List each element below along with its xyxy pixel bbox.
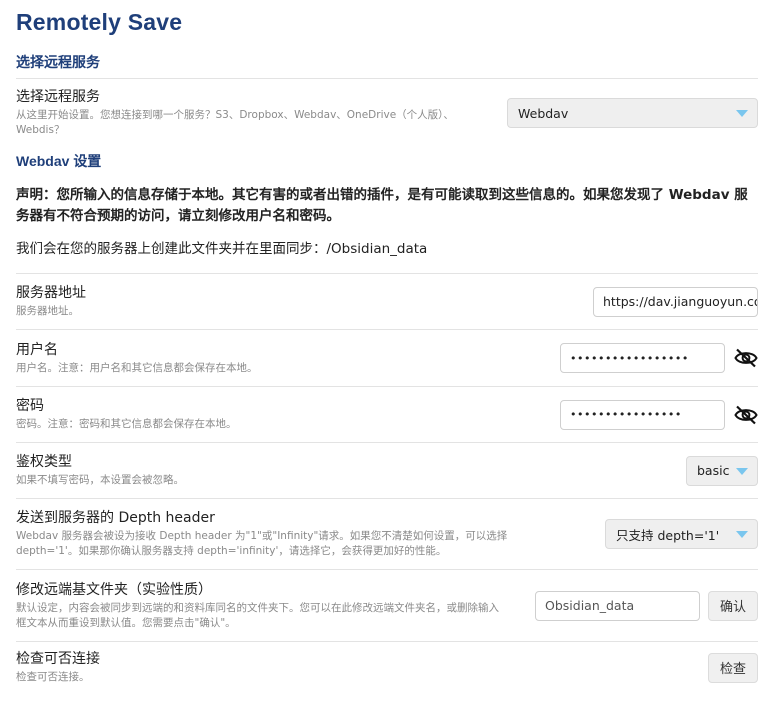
depth-value: 只支持 depth='1' — [616, 527, 720, 543]
setting-name: 选择远程服务 — [16, 89, 100, 105]
eye-off-icon[interactable] — [734, 403, 758, 427]
service-select-value: Webdav — [518, 105, 569, 121]
setting-name: 检查可否连接 — [16, 651, 100, 667]
username-value: ••••••••••••••••• — [570, 351, 689, 365]
chevron-down-icon — [736, 531, 748, 538]
setting-row-remote-dir: 修改远端基文件夹（实验性质） 默认设定，内容会被同步到远端的和资料库同名的文件夹… — [16, 569, 758, 641]
setting-row-check: 检查可否连接 检查可否连接。 检查 — [16, 641, 758, 693]
auth-type-select[interactable]: basic — [686, 455, 758, 486]
remote-dir-input[interactable]: Obsidian_data — [535, 590, 700, 621]
setting-name: 用户名 — [16, 341, 58, 358]
confirm-button[interactable]: 确认 — [708, 590, 758, 621]
check-connection-button[interactable]: 检查 — [708, 652, 758, 683]
setting-row-auth: 鉴权类型 如果不填写密码，本设置会被忽略。 basic — [16, 442, 758, 498]
password-input[interactable]: •••••••••••••••• — [560, 399, 725, 430]
settings-page: Remotely Save 选择远程服务 选择远程服务 从这里开始设置。您想连接… — [0, 0, 781, 725]
folder-note: 我们会在您的服务器上创建此文件夹并在里面同步：/Obsidian_data — [16, 241, 428, 257]
setting-desc: 如果不填写密码，本设置会被忽略。 — [16, 474, 184, 486]
setting-desc: 密码。注意：密码和其它信息都会保存在本地。 — [16, 418, 237, 430]
setting-name: 服务器地址 — [16, 285, 86, 301]
setting-desc: 服务器地址。 — [16, 305, 79, 317]
setting-desc: 检查可否连接。 — [16, 671, 90, 683]
password-value: •••••••••••••••• — [570, 408, 682, 421]
setting-row-server: 服务器地址 服务器地址。 https://dav.jianguoyun.com/… — [16, 273, 758, 329]
setting-desc: 从这里开始设置。您想连接到哪一个服务？S3、Dropbox、Webdav、One… — [16, 109, 454, 136]
remote-dir-value: Obsidian_data — [545, 598, 635, 613]
setting-row-depth: 发送到服务器的 Depth header Webdav 服务器会被设为接收 De… — [16, 498, 758, 569]
setting-row-service: 选择远程服务 从这里开始设置。您想连接到哪一个服务？S3、Dropbox、Web… — [16, 78, 758, 147]
username-input[interactable]: ••••••••••••••••• — [560, 343, 725, 373]
setting-desc: 默认设定，内容会被同步到远端的和资料库同名的文件夹下。您可以在此修改远端文件夹名… — [16, 601, 499, 629]
setting-row-username: 用户名 用户名。注意：用户名和其它信息都会保存在本地。 ••••••••••••… — [16, 329, 758, 386]
section-heading-choose-service: 选择远程服务 — [16, 54, 100, 70]
setting-desc: 用户名。注意：用户名和其它信息都会保存在本地。 — [16, 361, 258, 374]
security-notice: 声明：您所输入的信息存储于本地。其它有害的或者出错的插件，是有可能读取到这些信息… — [16, 187, 748, 224]
server-url-input[interactable]: https://dav.jianguoyun.com/dav/ — [593, 286, 758, 317]
page-title: Remotely Save — [16, 9, 183, 35]
service-select[interactable]: Webdav — [507, 98, 758, 128]
setting-name: 密码 — [16, 398, 44, 414]
depth-select[interactable]: 只支持 depth='1' — [605, 519, 758, 549]
server-url-value: https://dav.jianguoyun.com/dav/ — [603, 294, 757, 309]
setting-name: 发送到服务器的 Depth header — [16, 510, 215, 526]
setting-name: 鉴权类型 — [16, 454, 72, 470]
setting-name: 修改远端基文件夹（实验性质） — [16, 581, 212, 598]
eye-off-icon[interactable] — [734, 346, 758, 370]
setting-desc: Webdav 服务器会被设为接收 Depth header 为"1"或"Infi… — [16, 530, 508, 557]
section-heading-webdav: Webdav 设置 — [16, 153, 102, 169]
auth-type-value: basic — [697, 463, 730, 478]
chevron-down-icon — [736, 110, 748, 117]
setting-row-password: 密码 密码。注意：密码和其它信息都会保存在本地。 •••••••••••••••… — [16, 386, 758, 442]
chevron-down-icon — [736, 467, 748, 475]
